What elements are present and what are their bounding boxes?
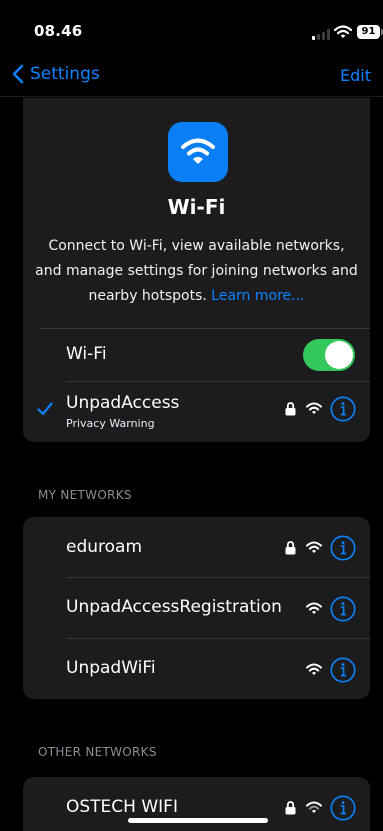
network-name: eduroam <box>66 537 143 557</box>
info-icon[interactable] <box>330 396 356 422</box>
network-row-unpadwifi[interactable]: UnpadWiFi <box>23 639 370 699</box>
privacy-warning: Privacy Warning <box>66 417 155 430</box>
learn-more-link[interactable]: Learn more... <box>211 288 304 304</box>
wifi-signal-icon <box>306 402 322 414</box>
wifi-app-icon <box>168 122 228 182</box>
info-icon[interactable] <box>330 535 356 561</box>
back-label: Settings <box>30 64 100 84</box>
navigation-bar: Settings Edit <box>0 56 383 96</box>
back-button[interactable]: Settings <box>12 64 100 84</box>
connected-network-row[interactable]: UnpadAccess Privacy Warning <box>23 382 370 442</box>
cellular-signal-icon <box>312 29 330 40</box>
lock-icon <box>285 541 296 555</box>
battery-icon: 91 <box>357 25 383 39</box>
network-name: UnpadWiFi <box>66 658 156 678</box>
network-name: UnpadAccessRegistration <box>66 597 282 617</box>
wifi-signal-icon <box>306 801 322 813</box>
status-time: 08.46 <box>34 22 83 40</box>
lock-icon <box>285 801 296 815</box>
edit-button[interactable]: Edit <box>340 66 371 85</box>
info-icon[interactable] <box>330 657 356 683</box>
wifi-signal-icon <box>306 663 322 675</box>
nav-divider <box>0 96 383 97</box>
other-networks-header: OTHER NETWORKS <box>38 745 157 759</box>
network-name: OSTECH WIFI <box>66 797 178 817</box>
my-networks-card: eduroam UnpadAccessRegistration UnpadWiF… <box>23 517 370 699</box>
wifi-signal-icon <box>306 541 322 553</box>
network-name: UnpadAccess <box>66 393 180 413</box>
checkmark-icon <box>37 402 53 416</box>
home-indicator[interactable] <box>128 818 268 823</box>
wifi-status-icon <box>334 25 352 38</box>
wifi-description: Connect to Wi-Fi, view available network… <box>35 234 358 309</box>
wifi-toggle-row: Wi-Fi <box>23 329 370 381</box>
info-icon[interactable] <box>330 795 356 821</box>
page-title: Wi-Fi <box>167 195 226 219</box>
wifi-toggle-label: Wi-Fi <box>66 344 107 364</box>
network-row-unpadaccessregistration[interactable]: UnpadAccessRegistration <box>23 578 370 638</box>
info-icon[interactable] <box>330 596 356 622</box>
description-text: Connect to Wi-Fi, view available network… <box>35 238 358 304</box>
chevron-left-icon <box>12 64 24 84</box>
status-bar: 08.46 91 <box>0 0 383 56</box>
lock-icon <box>285 402 296 416</box>
wifi-settings-card: Wi-Fi Connect to Wi-Fi, view available n… <box>23 98 370 442</box>
my-networks-header: MY NETWORKS <box>38 488 132 502</box>
network-row-eduroam[interactable]: eduroam <box>23 517 370 577</box>
wifi-toggle-switch[interactable] <box>303 339 355 371</box>
toggle-knob <box>325 341 353 369</box>
wifi-glyph-icon <box>181 138 215 164</box>
wifi-signal-icon <box>306 602 322 614</box>
